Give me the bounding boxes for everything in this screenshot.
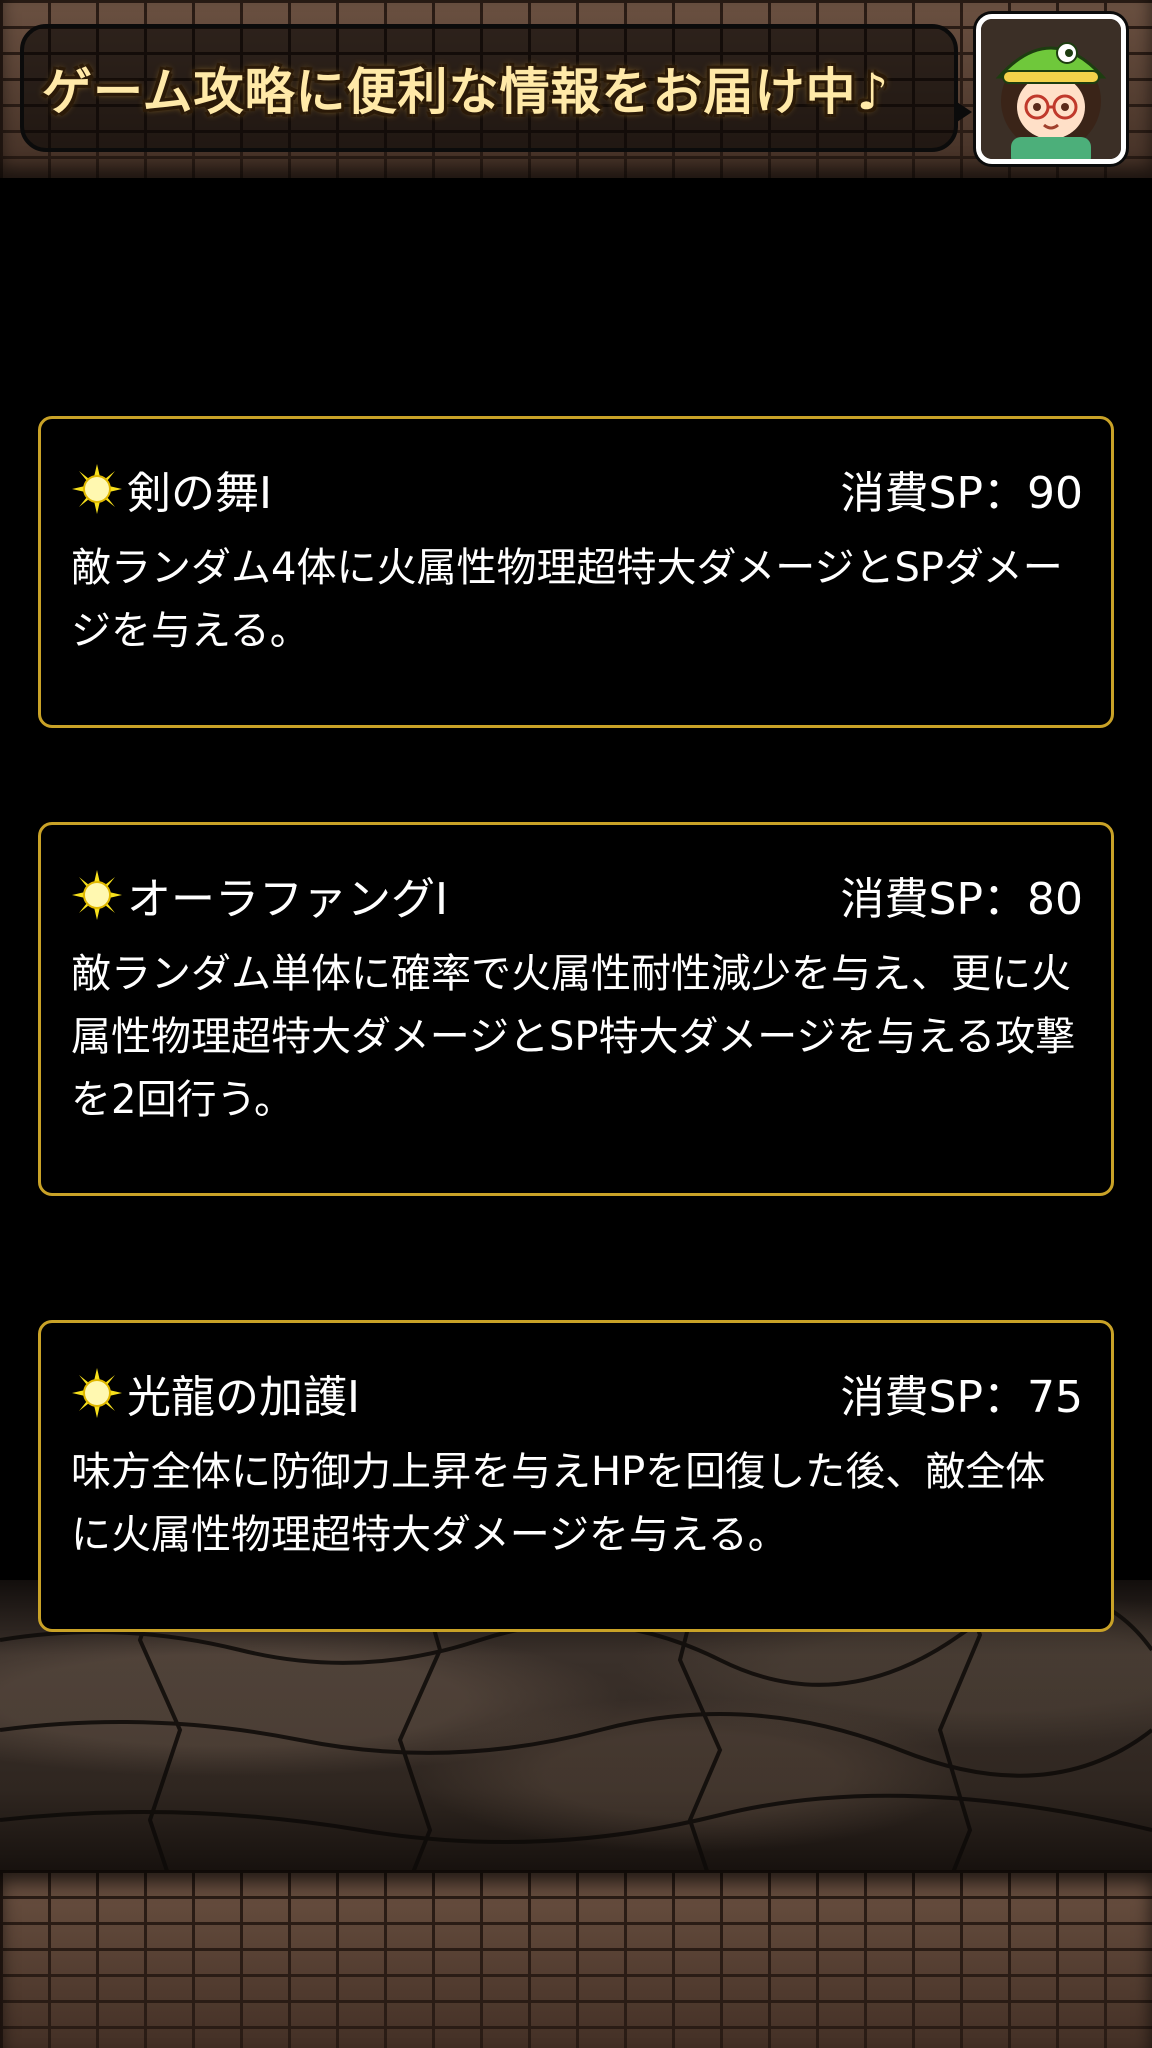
skill-card: 光龍の加護Ⅰ 消費SP：75 味方全体に防御力上昇を与えHPを回復した後、敵全体… bbox=[38, 1320, 1114, 1632]
skill-name: 剣の舞Ⅰ bbox=[127, 468, 272, 519]
skill-header: 光龍の加護Ⅰ 消費SP：75 bbox=[71, 1363, 1083, 1423]
skill-description: 味方全体に防御力上昇を与えHPを回復した後、敵全体に火属性物理超特大ダメージを与… bbox=[71, 1449, 1046, 1558]
skill-title: オーラファングⅠ bbox=[71, 863, 448, 927]
skill-card: 剣の舞Ⅰ 消費SP：90 敵ランダム4体に火属性物理超特大ダメージとSPダメージ… bbox=[38, 416, 1114, 728]
page: ゲーム攻略に便利な情報をお届け中♪ 剣の舞Ⅰ 消費SP：90 敵ランダム4体に火… bbox=[0, 0, 1152, 2048]
sun-icon bbox=[72, 870, 122, 920]
skill-header: 剣の舞Ⅰ 消費SP：90 bbox=[71, 459, 1083, 519]
skill-name: 光龍の加護Ⅰ bbox=[127, 1372, 360, 1423]
skill-sp-cost: 消費SP：90 bbox=[840, 468, 1083, 519]
skill-description: 敵ランダム4体に火属性物理超特大ダメージとSPダメージを与える。 bbox=[71, 545, 1063, 654]
banner-text: ゲーム攻略に便利な情報をお届け中♪ bbox=[42, 63, 890, 121]
guide-character-avatar-icon[interactable] bbox=[976, 14, 1126, 164]
brick-wall-bottom bbox=[0, 1870, 1152, 2048]
skill-card: オーラファングⅠ 消費SP：80 敵ランダム単体に確率で火属性耐性減少を与え、更… bbox=[38, 822, 1114, 1196]
sun-icon bbox=[72, 464, 122, 514]
speech-bubble-tail bbox=[954, 100, 972, 124]
skill-title: 光龍の加護Ⅰ bbox=[71, 1361, 360, 1425]
sun-icon bbox=[72, 1368, 122, 1418]
skill-name: オーラファングⅠ bbox=[127, 874, 448, 925]
skill-title: 剣の舞Ⅰ bbox=[71, 457, 272, 521]
skill-sp-cost: 消費SP：75 bbox=[840, 1372, 1083, 1423]
skill-description: 敵ランダム単体に確率で火属性耐性減少を与え、更に火属性物理超特大ダメージとSP特… bbox=[71, 951, 1076, 1123]
header-banner[interactable]: ゲーム攻略に便利な情報をお届け中♪ bbox=[20, 24, 972, 152]
skill-sp-cost: 消費SP：80 bbox=[840, 874, 1083, 925]
skill-header: オーラファングⅠ 消費SP：80 bbox=[71, 865, 1083, 925]
